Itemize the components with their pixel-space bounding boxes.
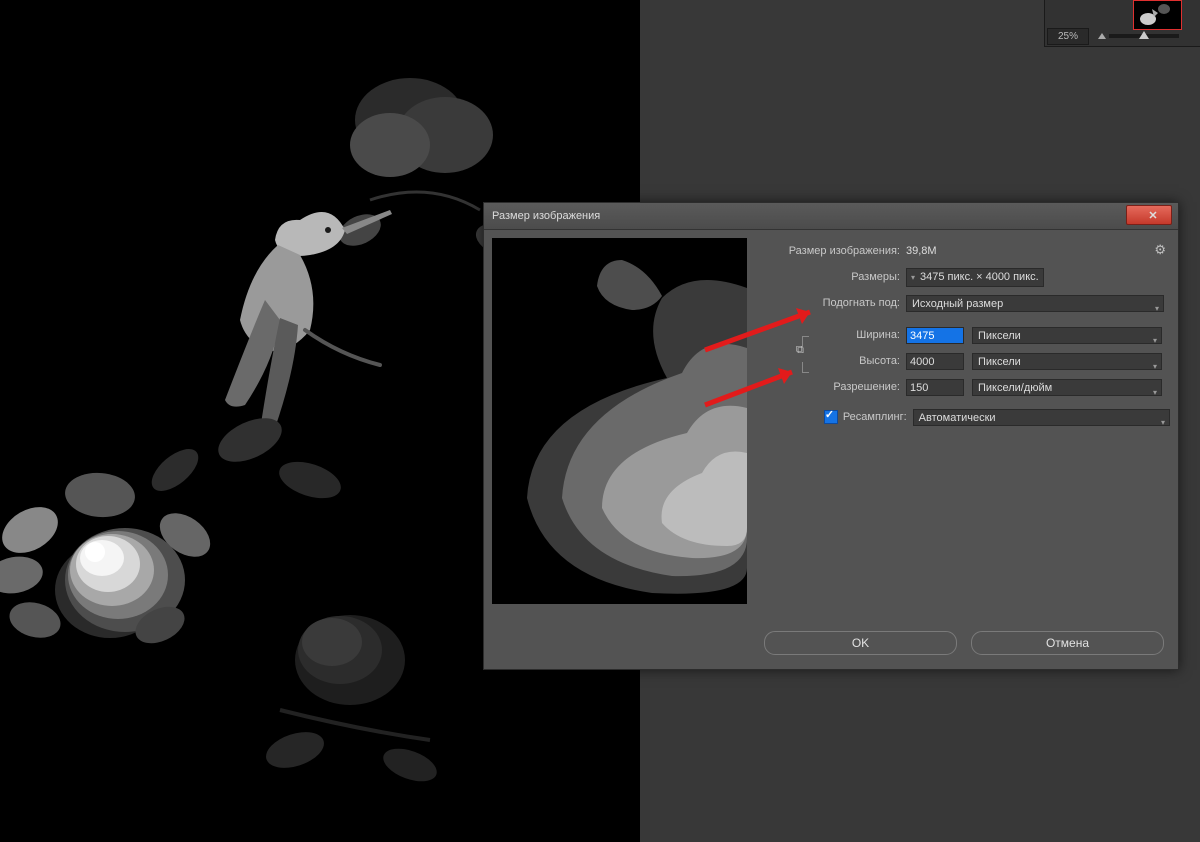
dimensions-label: Размеры: [762,271,906,283]
resolution-label: Разрешение: [762,381,906,393]
gear-icon[interactable]: ⚙ [1154,242,1166,258]
fit-to-label: Подогнать под: [762,297,906,309]
chevron-down-icon: ▾ [1153,358,1157,375]
chevron-down-icon: ▾ [1153,384,1157,401]
link-bracket-bottom [802,362,809,373]
close-icon: ✕ [1148,209,1157,222]
zoom-value-input[interactable]: 25% [1047,28,1089,45]
chevron-down-icon: ▾ [1155,300,1159,317]
dialog-title-text: Размер изображения [492,210,600,222]
resample-label: Ресамплинг: [843,411,913,423]
dimensions-display[interactable]: ▾ 3475 пикс. × 4000 пикс. [906,268,1044,287]
resolution-input[interactable]: 150 [906,379,964,396]
resample-checkbox[interactable] [824,410,838,424]
zoom-slider-handle[interactable] [1139,31,1149,39]
dialog-titlebar[interactable]: Размер изображения ✕ [484,203,1178,230]
chevron-down-icon: ▾ [911,269,915,286]
fit-to-select[interactable]: Исходный размер▾ [906,295,1164,312]
close-button[interactable]: ✕ [1126,205,1172,225]
chevron-down-icon: ▾ [1161,414,1165,431]
resolution-unit-select[interactable]: Пиксели/дюйм▾ [972,379,1162,396]
zoom-slider[interactable] [1109,34,1179,38]
width-input[interactable]: 3475 [906,327,964,344]
height-input[interactable]: 4000 [906,353,964,370]
navigator-thumbnail[interactable] [1133,0,1182,30]
size-value: 39,8M [906,245,937,257]
constrain-proportions-icon[interactable]: ⧉ [796,344,804,357]
navigator-panel: 25% [1044,0,1200,47]
height-unit-select[interactable]: Пиксели▾ [972,353,1162,370]
cancel-button[interactable]: Отмена [971,631,1164,655]
zoom-out-icon[interactable] [1098,33,1106,39]
resample-select[interactable]: Автоматически▾ [913,409,1170,426]
ok-button[interactable]: OK [764,631,957,655]
image-size-dialog: Размер изображения ✕ ⚙ Размер изображени… [483,202,1179,670]
size-label: Размер изображения: [762,245,906,257]
height-label: Высота: [762,355,906,367]
width-label: Ширина: [762,329,906,341]
width-unit-select[interactable]: Пиксели▾ [972,327,1162,344]
preview-thumbnail[interactable] [492,238,747,604]
chevron-down-icon: ▾ [1153,332,1157,349]
